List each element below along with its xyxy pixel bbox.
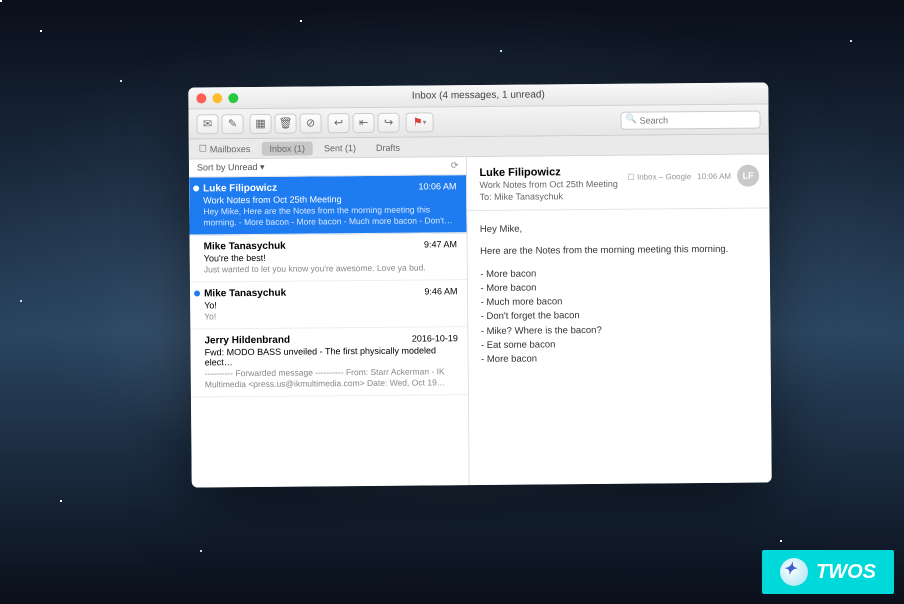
search-input[interactable] xyxy=(620,110,760,129)
search-wrap xyxy=(620,110,760,129)
message-row[interactable]: Luke Filipowicz 10:06 AM Work Notes from… xyxy=(189,175,467,236)
trash-icon: 🗑 xyxy=(279,117,293,130)
message-time: 9:47 AM xyxy=(424,239,457,249)
flag-icon: ⚑ xyxy=(413,115,423,128)
delete-button[interactable]: 🗑 xyxy=(274,113,296,133)
message-row[interactable]: Jerry Hildenbrand 2016-10-19 Fwd: MODO B… xyxy=(190,327,468,398)
get-mail-button[interactable]: ✉ xyxy=(196,114,218,134)
sort-dropdown[interactable]: Sort by Unread ▾ xyxy=(197,162,265,174)
compose-button[interactable]: ✎ xyxy=(221,114,243,134)
message-sender: Mike Tanasychuk xyxy=(204,239,457,252)
forward-button[interactable]: ↪ xyxy=(377,112,399,132)
reply-icon: ↩ xyxy=(334,116,343,129)
list-item: More bacon xyxy=(481,351,759,368)
refresh-icon[interactable]: ⟳ xyxy=(451,160,459,171)
content-split: Sort by Unread ▾ ⟳ Luke Filipowicz 10:06… xyxy=(189,154,772,487)
reader-time: 10:06 AM xyxy=(697,171,731,180)
chevron-down-icon: ▾ xyxy=(423,118,427,126)
reply-button[interactable]: ↩ xyxy=(327,113,349,133)
message-subject: Fwd: MODO BASS unveiled - The first phys… xyxy=(205,345,459,367)
reader-pane: ☐ Inbox – Google 10:06 AM LF Luke Filipo… xyxy=(467,154,771,485)
mailboxes-icon: ☐ xyxy=(199,143,207,154)
avatar: LF xyxy=(737,165,759,187)
message-row[interactable]: Mike Tanasychuk 9:47 AM You're the best!… xyxy=(190,233,468,282)
reader-meta: ☐ Inbox – Google 10:06 AM LF xyxy=(627,165,759,188)
archive-button[interactable]: ▦ xyxy=(249,113,271,133)
reader-body: Hey Mike, Here are the Notes from the mo… xyxy=(468,208,771,379)
message-time: 9:46 AM xyxy=(424,286,457,296)
mailboxes-tab[interactable]: ☐Mailboxes xyxy=(189,140,261,158)
reply-all-icon: ⇤ xyxy=(359,116,368,129)
body-list: More bacon More bacon Much more bacon Do… xyxy=(480,265,758,367)
junk-button[interactable]: ⊘ xyxy=(299,113,321,133)
reader-to: To: Mike Tanasychuk xyxy=(480,190,758,202)
reader-header: ☐ Inbox – Google 10:06 AM LF Luke Filipo… xyxy=(467,154,769,211)
envelope-icon: ✉ xyxy=(203,117,212,130)
sort-bar: Sort by Unread ▾ ⟳ xyxy=(189,157,467,177)
message-preview: Hey Mike, Here are the Notes from the mo… xyxy=(203,204,457,228)
junk-icon: ⊘ xyxy=(306,116,315,129)
message-row[interactable]: Mike Tanasychuk 9:46 AM Yo! Yo! xyxy=(190,280,468,329)
message-list: Luke Filipowicz 10:06 AM Work Notes from… xyxy=(189,175,469,487)
lightbulb-icon xyxy=(780,558,808,586)
watermark: TWOS xyxy=(762,550,894,594)
inbox-tab[interactable]: Inbox (1) xyxy=(261,141,313,155)
forward-icon: ↪ xyxy=(384,116,393,129)
window-title: Inbox (4 messages, 1 unread) xyxy=(188,87,768,103)
unread-dot-icon xyxy=(193,185,199,191)
unread-dot-icon xyxy=(194,291,200,297)
message-sender: Mike Tanasychuk xyxy=(204,286,457,299)
drafts-tab[interactable]: Drafts xyxy=(366,139,410,155)
archive-icon: ▦ xyxy=(255,117,266,130)
watermark-text: TWOS xyxy=(816,561,876,584)
message-time: 10:06 AM xyxy=(418,181,456,191)
message-time: 2016-10-19 xyxy=(412,333,458,343)
mail-window: Inbox (4 messages, 1 unread) ✉ ✎ ▦ 🗑 ⊘ ↩… xyxy=(188,82,771,487)
reply-all-button[interactable]: ⇤ xyxy=(352,112,374,132)
body-intro: Here are the Notes from the morning meet… xyxy=(480,243,758,260)
message-preview: ---------- Forwarded message ---------- … xyxy=(205,366,459,390)
sent-tab[interactable]: Sent (1) xyxy=(314,139,366,155)
flag-button[interactable]: ⚑ ▾ xyxy=(405,112,433,132)
message-preview: Just wanted to let you know you're aweso… xyxy=(204,262,457,275)
folder-badge: ☐ Inbox – Google xyxy=(628,172,692,182)
message-preview: Yo! xyxy=(204,309,457,322)
compose-icon: ✎ xyxy=(228,117,237,130)
message-list-pane: Sort by Unread ▾ ⟳ Luke Filipowicz 10:06… xyxy=(189,157,470,487)
body-greeting: Hey Mike, xyxy=(480,221,758,238)
